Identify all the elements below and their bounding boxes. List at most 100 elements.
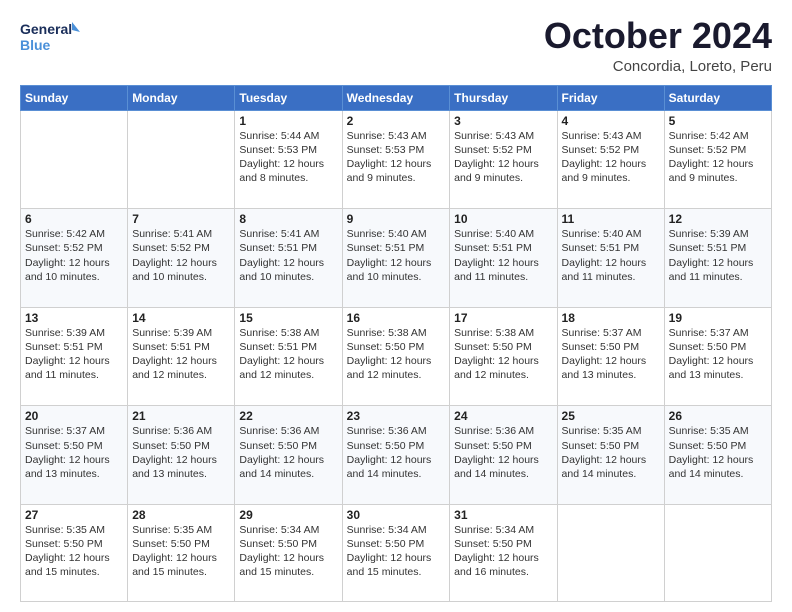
calendar-cell: 3Sunrise: 5:43 AM Sunset: 5:52 PM Daylig… — [450, 110, 557, 209]
day-number: 29 — [239, 508, 337, 522]
day-info: Sunrise: 5:39 AM Sunset: 5:51 PM Dayligh… — [25, 326, 123, 383]
calendar-cell: 5Sunrise: 5:42 AM Sunset: 5:52 PM Daylig… — [664, 110, 771, 209]
calendar-cell: 7Sunrise: 5:41 AM Sunset: 5:52 PM Daylig… — [128, 209, 235, 308]
calendar-cell: 11Sunrise: 5:40 AM Sunset: 5:51 PM Dayli… — [557, 209, 664, 308]
day-info: Sunrise: 5:39 AM Sunset: 5:51 PM Dayligh… — [669, 227, 767, 284]
day-number: 7 — [132, 212, 230, 226]
day-number: 5 — [669, 114, 767, 128]
day-info: Sunrise: 5:42 AM Sunset: 5:52 PM Dayligh… — [669, 129, 767, 186]
day-info: Sunrise: 5:40 AM Sunset: 5:51 PM Dayligh… — [347, 227, 446, 284]
day-number: 4 — [562, 114, 660, 128]
day-info: Sunrise: 5:41 AM Sunset: 5:51 PM Dayligh… — [239, 227, 337, 284]
calendar-cell: 2Sunrise: 5:43 AM Sunset: 5:53 PM Daylig… — [342, 110, 450, 209]
day-number: 11 — [562, 212, 660, 226]
day-number: 25 — [562, 409, 660, 423]
calendar-cell: 21Sunrise: 5:36 AM Sunset: 5:50 PM Dayli… — [128, 406, 235, 505]
day-number: 21 — [132, 409, 230, 423]
calendar-cell: 10Sunrise: 5:40 AM Sunset: 5:51 PM Dayli… — [450, 209, 557, 308]
day-number: 19 — [669, 311, 767, 325]
calendar-cell: 27Sunrise: 5:35 AM Sunset: 5:50 PM Dayli… — [21, 504, 128, 601]
calendar-cell: 6Sunrise: 5:42 AM Sunset: 5:52 PM Daylig… — [21, 209, 128, 308]
day-number: 3 — [454, 114, 552, 128]
day-number: 26 — [669, 409, 767, 423]
day-number: 10 — [454, 212, 552, 226]
calendar-cell: 17Sunrise: 5:38 AM Sunset: 5:50 PM Dayli… — [450, 307, 557, 406]
calendar-cell: 13Sunrise: 5:39 AM Sunset: 5:51 PM Dayli… — [21, 307, 128, 406]
page: General Blue October 2024 Concordia, Lor… — [0, 0, 792, 612]
calendar-cell: 29Sunrise: 5:34 AM Sunset: 5:50 PM Dayli… — [235, 504, 342, 601]
day-info: Sunrise: 5:38 AM Sunset: 5:50 PM Dayligh… — [454, 326, 552, 383]
calendar-cell: 8Sunrise: 5:41 AM Sunset: 5:51 PM Daylig… — [235, 209, 342, 308]
day-number: 17 — [454, 311, 552, 325]
day-number: 27 — [25, 508, 123, 522]
calendar-cell: 28Sunrise: 5:35 AM Sunset: 5:50 PM Dayli… — [128, 504, 235, 601]
day-number: 12 — [669, 212, 767, 226]
day-number: 15 — [239, 311, 337, 325]
calendar-cell: 1Sunrise: 5:44 AM Sunset: 5:53 PM Daylig… — [235, 110, 342, 209]
day-info: Sunrise: 5:34 AM Sunset: 5:50 PM Dayligh… — [347, 523, 446, 580]
generalblue-logo-icon: General Blue — [20, 16, 80, 56]
weekday-header-sunday: Sunday — [21, 85, 128, 110]
day-number: 20 — [25, 409, 123, 423]
calendar-cell: 23Sunrise: 5:36 AM Sunset: 5:50 PM Dayli… — [342, 406, 450, 505]
logo: General Blue — [20, 16, 80, 56]
calendar-cell: 4Sunrise: 5:43 AM Sunset: 5:52 PM Daylig… — [557, 110, 664, 209]
calendar-cell: 14Sunrise: 5:39 AM Sunset: 5:51 PM Dayli… — [128, 307, 235, 406]
calendar-cell: 22Sunrise: 5:36 AM Sunset: 5:50 PM Dayli… — [235, 406, 342, 505]
weekday-header-friday: Friday — [557, 85, 664, 110]
day-number: 14 — [132, 311, 230, 325]
day-info: Sunrise: 5:37 AM Sunset: 5:50 PM Dayligh… — [562, 326, 660, 383]
day-number: 31 — [454, 508, 552, 522]
day-number: 22 — [239, 409, 337, 423]
main-title: October 2024 — [544, 16, 772, 56]
svg-text:General: General — [20, 21, 72, 37]
day-number: 18 — [562, 311, 660, 325]
calendar-cell — [664, 504, 771, 601]
calendar-week-row: 27Sunrise: 5:35 AM Sunset: 5:50 PM Dayli… — [21, 504, 772, 601]
calendar-week-row: 1Sunrise: 5:44 AM Sunset: 5:53 PM Daylig… — [21, 110, 772, 209]
calendar-cell — [128, 110, 235, 209]
day-number: 1 — [239, 114, 337, 128]
calendar-cell — [21, 110, 128, 209]
weekday-header-tuesday: Tuesday — [235, 85, 342, 110]
title-block: October 2024 Concordia, Loreto, Peru — [544, 16, 772, 75]
header: General Blue October 2024 Concordia, Lor… — [20, 16, 772, 75]
day-info: Sunrise: 5:38 AM Sunset: 5:51 PM Dayligh… — [239, 326, 337, 383]
day-info: Sunrise: 5:40 AM Sunset: 5:51 PM Dayligh… — [562, 227, 660, 284]
calendar-cell: 18Sunrise: 5:37 AM Sunset: 5:50 PM Dayli… — [557, 307, 664, 406]
weekday-header-monday: Monday — [128, 85, 235, 110]
day-info: Sunrise: 5:42 AM Sunset: 5:52 PM Dayligh… — [25, 227, 123, 284]
day-info: Sunrise: 5:35 AM Sunset: 5:50 PM Dayligh… — [669, 424, 767, 481]
calendar-cell: 20Sunrise: 5:37 AM Sunset: 5:50 PM Dayli… — [21, 406, 128, 505]
day-number: 2 — [347, 114, 446, 128]
calendar-cell: 25Sunrise: 5:35 AM Sunset: 5:50 PM Dayli… — [557, 406, 664, 505]
day-number: 16 — [347, 311, 446, 325]
calendar-cell: 30Sunrise: 5:34 AM Sunset: 5:50 PM Dayli… — [342, 504, 450, 601]
calendar-cell: 12Sunrise: 5:39 AM Sunset: 5:51 PM Dayli… — [664, 209, 771, 308]
day-number: 24 — [454, 409, 552, 423]
day-number: 6 — [25, 212, 123, 226]
weekday-header-saturday: Saturday — [664, 85, 771, 110]
weekday-header-thursday: Thursday — [450, 85, 557, 110]
day-info: Sunrise: 5:41 AM Sunset: 5:52 PM Dayligh… — [132, 227, 230, 284]
day-info: Sunrise: 5:37 AM Sunset: 5:50 PM Dayligh… — [25, 424, 123, 481]
calendar-cell: 24Sunrise: 5:36 AM Sunset: 5:50 PM Dayli… — [450, 406, 557, 505]
day-info: Sunrise: 5:36 AM Sunset: 5:50 PM Dayligh… — [454, 424, 552, 481]
calendar-cell: 26Sunrise: 5:35 AM Sunset: 5:50 PM Dayli… — [664, 406, 771, 505]
day-info: Sunrise: 5:34 AM Sunset: 5:50 PM Dayligh… — [239, 523, 337, 580]
day-info: Sunrise: 5:43 AM Sunset: 5:53 PM Dayligh… — [347, 129, 446, 186]
day-number: 8 — [239, 212, 337, 226]
day-info: Sunrise: 5:43 AM Sunset: 5:52 PM Dayligh… — [454, 129, 552, 186]
day-info: Sunrise: 5:44 AM Sunset: 5:53 PM Dayligh… — [239, 129, 337, 186]
day-number: 23 — [347, 409, 446, 423]
calendar-cell: 31Sunrise: 5:34 AM Sunset: 5:50 PM Dayli… — [450, 504, 557, 601]
day-info: Sunrise: 5:35 AM Sunset: 5:50 PM Dayligh… — [25, 523, 123, 580]
day-number: 28 — [132, 508, 230, 522]
weekday-header-row: SundayMondayTuesdayWednesdayThursdayFrid… — [21, 85, 772, 110]
calendar-week-row: 20Sunrise: 5:37 AM Sunset: 5:50 PM Dayli… — [21, 406, 772, 505]
day-number: 13 — [25, 311, 123, 325]
weekday-header-wednesday: Wednesday — [342, 85, 450, 110]
day-info: Sunrise: 5:35 AM Sunset: 5:50 PM Dayligh… — [132, 523, 230, 580]
calendar-cell: 9Sunrise: 5:40 AM Sunset: 5:51 PM Daylig… — [342, 209, 450, 308]
day-info: Sunrise: 5:43 AM Sunset: 5:52 PM Dayligh… — [562, 129, 660, 186]
